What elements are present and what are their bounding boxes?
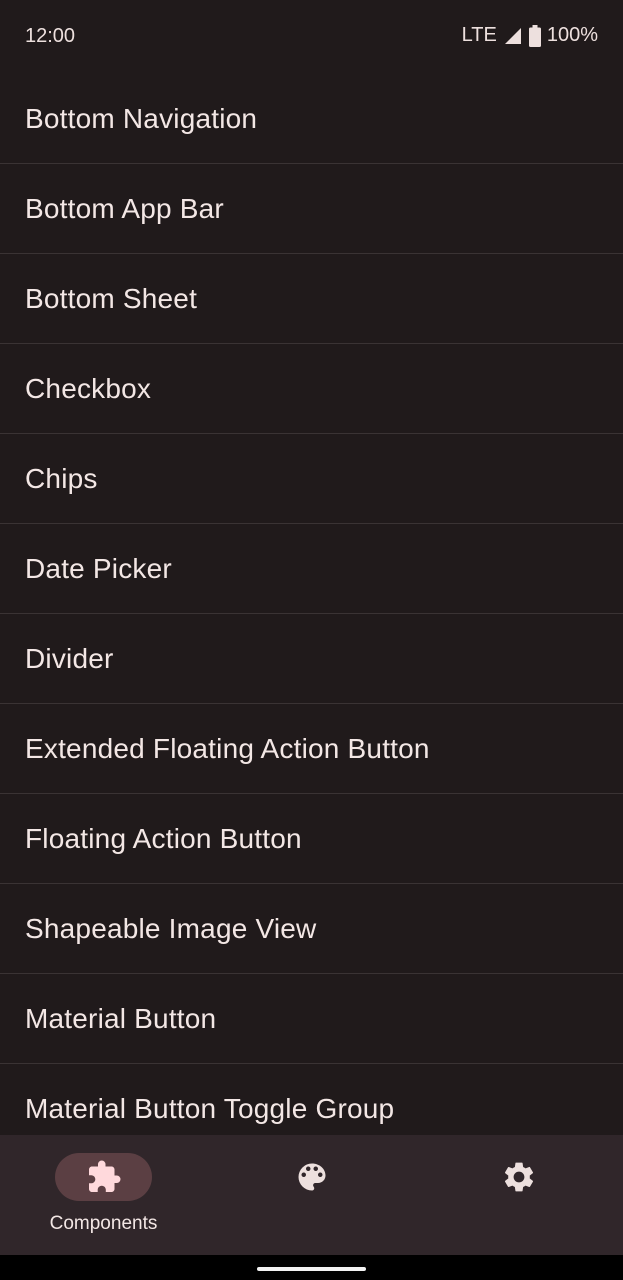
nav-item-themes[interactable] [208,1135,415,1255]
nav-label-components: Components [49,1213,158,1234]
list-item-bottom-sheet[interactable]: Bottom Sheet [0,254,623,344]
status-indicators: LTE 100% [462,24,598,47]
list-item-divider[interactable]: Divider [0,614,623,704]
status-time: 12:00 [25,25,76,47]
signal-icon [503,26,523,46]
list-item-shapeable-image-view[interactable]: Shapeable Image View [0,884,623,974]
nav-item-components[interactable]: Components [0,1135,207,1255]
gear-icon [501,1159,537,1195]
battery-icon [528,24,541,47]
list-item-fab[interactable]: Floating Action Button [0,794,623,884]
list-item-chips[interactable]: Chips [0,434,623,524]
network-type: LTE [461,24,497,46]
list-item-extended-fab[interactable]: Extended Floating Action Button [0,704,623,794]
list-item-material-button[interactable]: Material Button [0,974,623,1064]
bottom-navigation: Components [0,1135,623,1255]
components-list[interactable]: Bottom Navigation Bottom App Bar Bottom … [0,74,623,1135]
nav-item-settings[interactable] [415,1135,622,1255]
list-item-bottom-app-bar[interactable]: Bottom App Bar [0,164,623,254]
list-item-checkbox[interactable]: Checkbox [0,344,623,434]
list-item-material-button-toggle-group[interactable]: Material Button Toggle Group [0,1064,623,1135]
system-gesture-bar [0,1255,623,1280]
status-bar: 12:00 LTE 100% [0,0,623,74]
list-item-bottom-navigation[interactable]: Bottom Navigation [0,74,623,164]
palette-icon [294,1159,330,1195]
battery-level: 100% [546,24,598,46]
puzzle-icon [86,1159,122,1195]
list-item-date-picker[interactable]: Date Picker [0,524,623,614]
gesture-handle[interactable] [257,1267,366,1271]
